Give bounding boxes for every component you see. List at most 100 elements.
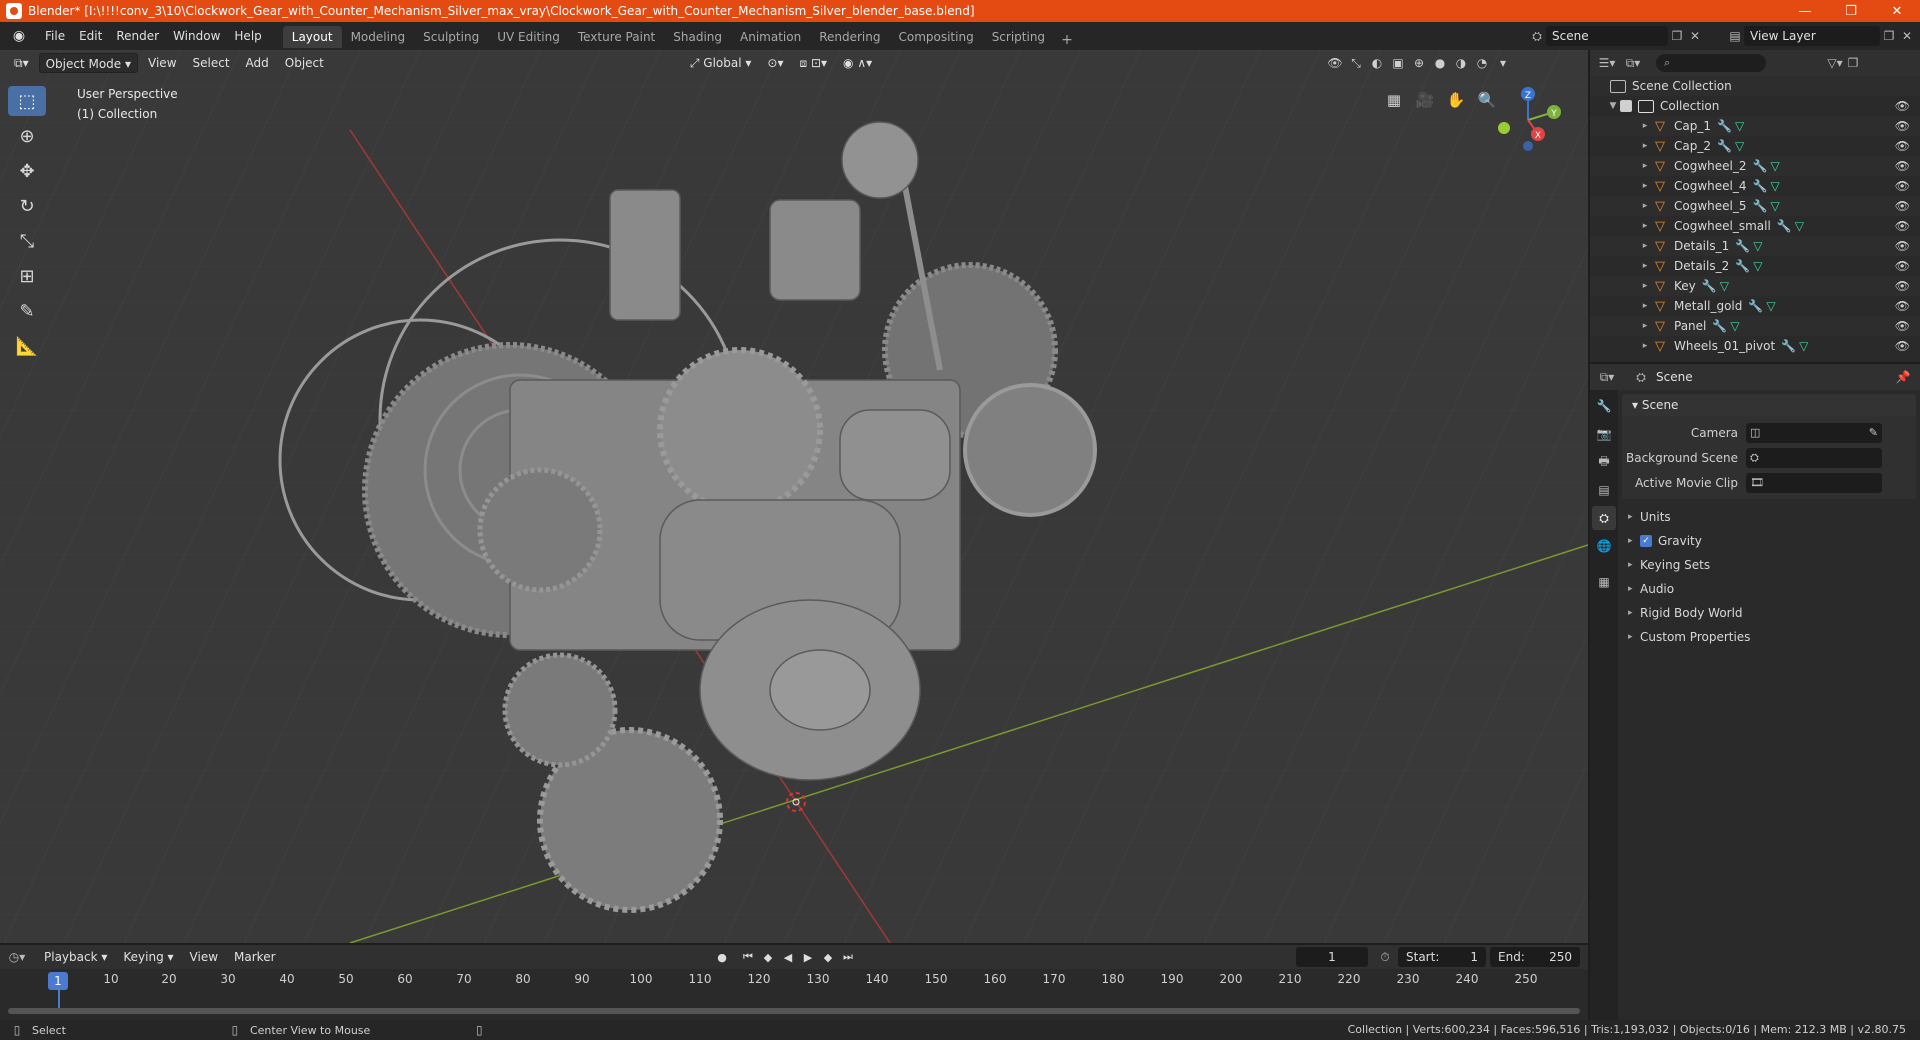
scale-tool-icon[interactable]: ⤡ [8,226,46,256]
eye-icon[interactable]: 👁 [1895,199,1910,213]
menu-render[interactable]: Render [109,25,166,47]
movie-clip-field[interactable]: 🎞 [1746,472,1882,493]
new-collection-icon[interactable]: ❐ [1844,54,1862,72]
expand-triangle-icon[interactable]: ▸ [1638,181,1652,191]
pin-icon[interactable]: 📌 [1894,368,1912,386]
expand-triangle-icon[interactable]: ▸ [1638,321,1652,331]
wireframe-shading-icon[interactable]: ⊕ [1409,53,1429,73]
menu-select[interactable]: Select [187,53,236,73]
texture-tab-icon[interactable]: ▦ [1592,570,1616,594]
timeline-editor-icon[interactable]: ◷▾ [8,948,26,966]
list-item[interactable]: ▸ ▽ Panel 🔧▽ 👁 [1590,316,1920,336]
tool-tab-icon[interactable]: 🔧 [1592,394,1616,418]
eye-icon[interactable]: 👁 [1895,299,1910,313]
filter-icon[interactable]: ▽▾ [1826,54,1844,72]
tab-layout[interactable]: Layout [282,26,342,48]
list-item[interactable]: ▸ ▽ Cogwheel_4 🔧▽ 👁 [1590,176,1920,196]
orientation-dropdown[interactable]: ⤢ Global ▾ [684,53,758,73]
object-mode-dropdown[interactable]: Object Mode ▾ [38,53,139,73]
start-frame-field[interactable]: Start: 1 [1398,947,1486,967]
overlay-toggle-icon[interactable]: ◐ [1367,53,1387,73]
marker-menu[interactable]: Marker [228,947,281,967]
outliner-search-input[interactable]: ⌕ [1656,54,1766,72]
timeline-view-menu[interactable]: View [184,947,224,967]
collection-checkbox[interactable] [1620,100,1632,112]
world-tab-icon[interactable]: 🌐 [1592,534,1616,558]
list-item[interactable]: ▸ ▽ Cogwheel_2 🔧▽ 👁 [1590,156,1920,176]
render-tab-icon[interactable]: 📷 [1592,422,1616,446]
menu-add[interactable]: Add [240,53,275,73]
output-tab-icon[interactable]: 🖶 [1592,450,1616,474]
rendered-shading-icon[interactable]: ◔ [1472,53,1492,73]
material-shading-icon[interactable]: ◑ [1451,53,1471,73]
editor-type-icon[interactable]: ⧉▾ [8,53,35,73]
maximize-button[interactable]: ❐ [1828,0,1874,22]
proportional-edit-icon[interactable]: ◉ ∧▾ [837,53,878,73]
timeline-ruler[interactable]: 1 10 20 30 40 50 60 70 80 90 100 110 120… [0,972,1588,990]
shading-options-icon[interactable]: ▾ [1493,53,1513,73]
scene-collection-row[interactable]: Scene Collection [1590,76,1920,96]
cursor-tool-icon[interactable]: ⊕ [8,121,46,151]
list-item[interactable]: ▸ ▽ Details_2 🔧▽ 👁 [1590,256,1920,276]
list-item[interactable]: ▸ ▽ Metall_gold 🔧▽ 👁 [1590,296,1920,316]
xray-icon[interactable]: ▣ [1388,53,1408,73]
expand-triangle-icon[interactable]: ▸ [1638,141,1652,151]
move-tool-icon[interactable]: ✥ [8,156,46,186]
expand-triangle-icon[interactable]: ▸ [1638,341,1652,351]
keying-sets-panel[interactable]: ▸ Keying Sets [1618,553,1920,577]
tab-uv-editing[interactable]: UV Editing [488,26,569,48]
end-frame-field[interactable]: End: 250 [1490,947,1580,967]
menu-window[interactable]: Window [166,25,227,47]
navigation-gizmo[interactable]: Z Y X [1492,84,1564,156]
properties-editor-icon[interactable]: ⧉▾ [1598,368,1616,386]
scene-name-field[interactable]: Scene [1546,26,1668,46]
pivot-icon[interactable]: ⊙▾ [761,53,789,73]
annotate-tool-icon[interactable]: ✎ [8,296,46,326]
eye-icon[interactable]: 👁 [1895,179,1910,193]
background-scene-field[interactable]: ⛭ [1746,447,1882,468]
snap-icon[interactable]: ⧈ ⊡▾ [794,53,834,73]
camera-view-icon[interactable]: 🎥 [1411,86,1439,114]
tab-modeling[interactable]: Modeling [342,26,415,48]
prev-keyframe-icon[interactable]: ◆ [758,947,778,967]
eye-icon[interactable]: 👁 [1895,219,1910,233]
menu-view[interactable]: View [142,53,182,73]
pan-hand-icon[interactable]: ✋ [1442,86,1470,114]
current-frame-field[interactable]: 1 [1296,947,1368,967]
expand-triangle-icon[interactable]: ▸ [1638,121,1652,131]
tab-shading[interactable]: Shading [664,26,731,48]
eye-icon[interactable]: 👁 [1895,339,1910,353]
measure-tool-icon[interactable]: 📐 [8,331,46,361]
list-item[interactable]: ▸ ▽ Cogwheel_5 🔧▽ 👁 [1590,196,1920,216]
audio-panel[interactable]: ▸ Audio [1618,577,1920,601]
playback-menu[interactable]: Playback ▾ [38,947,113,967]
grid-view-icon[interactable]: ▦ [1380,86,1408,114]
new-view-layer-icon[interactable]: ❐ [1880,27,1898,45]
view-layer-tab-icon[interactable]: ▤ [1592,478,1616,502]
minimize-button[interactable]: — [1782,0,1828,22]
jump-start-icon[interactable]: ⏮ [738,947,758,967]
tab-compositing[interactable]: Compositing [889,26,982,48]
units-panel[interactable]: ▸ Units [1618,505,1920,529]
expand-triangle-icon[interactable]: ▸ [1638,161,1652,171]
view-layer-field[interactable]: View Layer [1744,26,1880,46]
eye-icon[interactable]: 👁 [1895,319,1910,333]
gizmo-toggle-icon[interactable]: ⤡ [1346,53,1366,73]
tab-scripting[interactable]: Scripting [983,26,1054,48]
menu-help[interactable]: Help [227,25,268,47]
eye-icon[interactable]: 👁 [1895,119,1910,133]
add-workspace-icon[interactable]: + [1054,32,1080,48]
tab-texture-paint[interactable]: Texture Paint [569,26,664,48]
menu-file[interactable]: File [38,25,72,47]
new-scene-icon[interactable]: ❐ [1668,27,1686,45]
close-button[interactable]: ✕ [1874,0,1920,22]
transform-tool-icon[interactable]: ⊞ [8,261,46,291]
solid-shading-icon[interactable]: ● [1430,53,1450,73]
menu-edit[interactable]: Edit [72,25,109,47]
outliner-editor-icon[interactable]: ☰▾ [1598,54,1616,72]
eyedropper-icon[interactable]: ✎ [1869,426,1878,439]
stopwatch-icon[interactable]: ⏱ [1376,948,1394,966]
gravity-checkbox[interactable]: ✓ [1640,535,1652,547]
expand-triangle-icon[interactable]: ▸ [1638,261,1652,271]
delete-scene-icon[interactable]: ✕ [1686,27,1704,45]
